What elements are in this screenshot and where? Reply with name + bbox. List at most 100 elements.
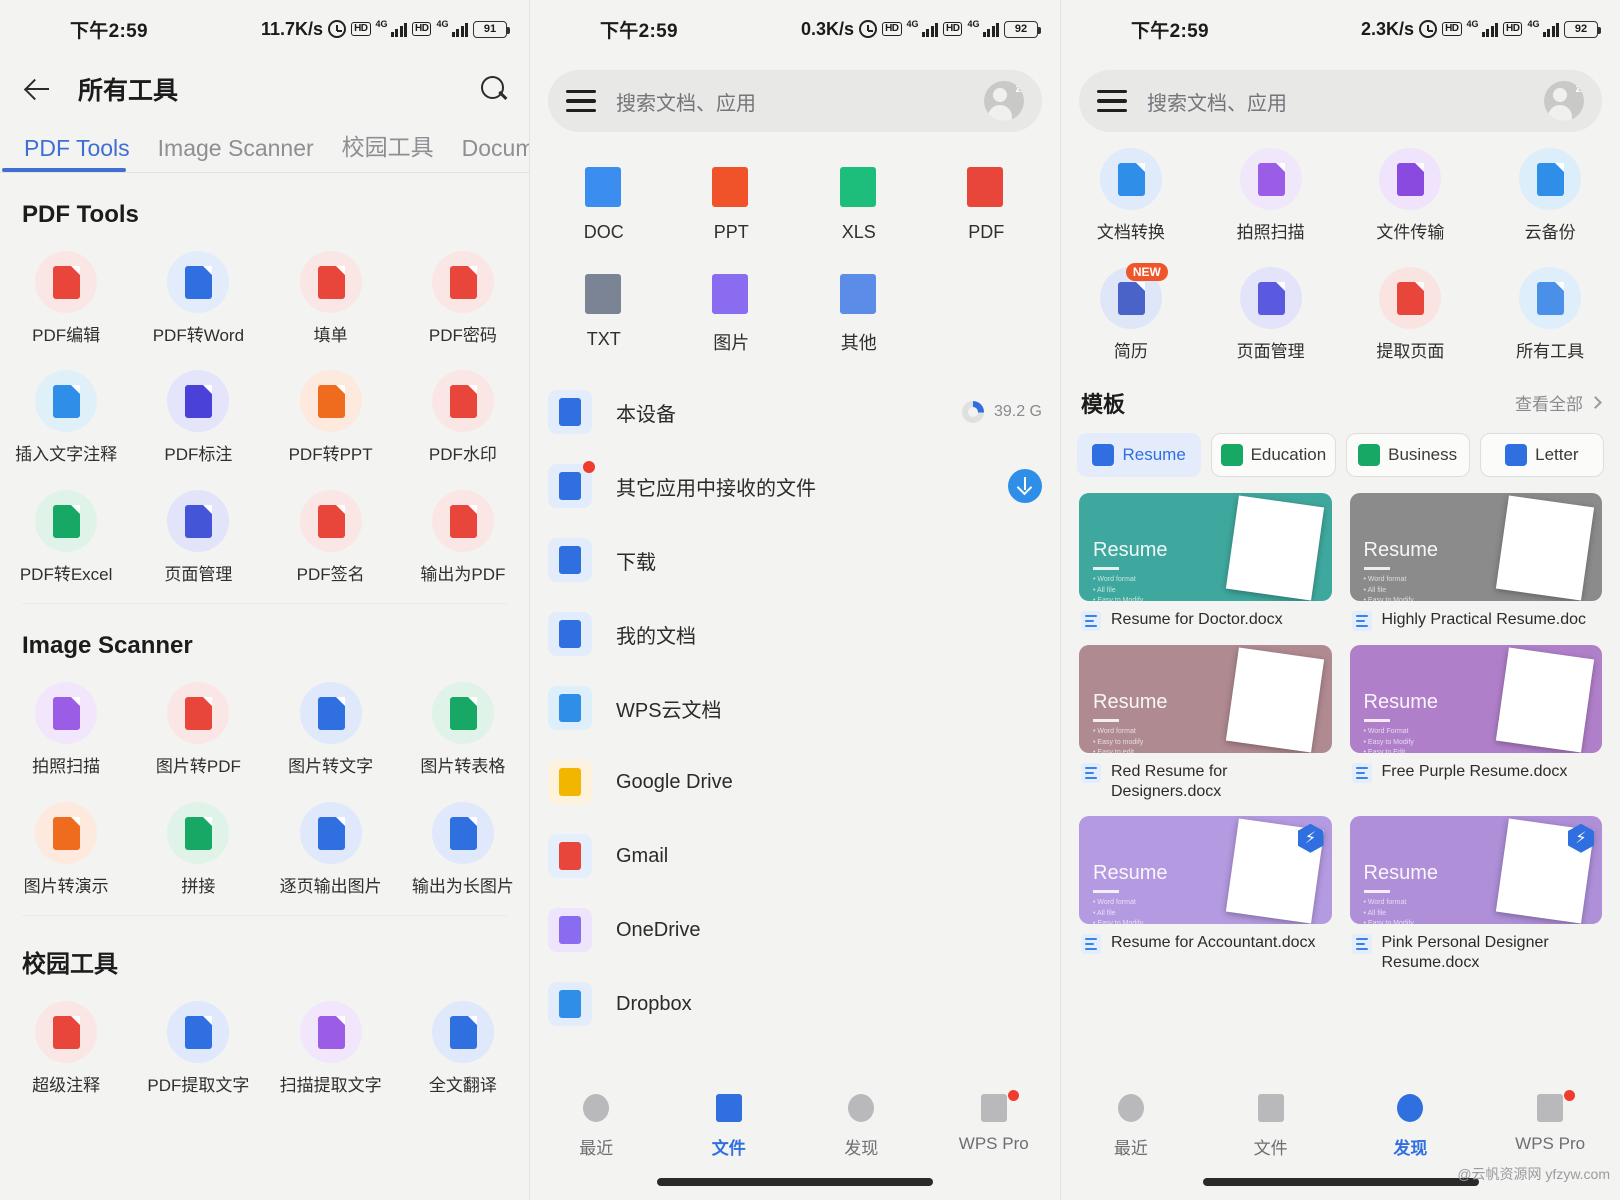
search-input[interactable]: 搜索文档、应用: [616, 87, 756, 116]
tab-image-scanner[interactable]: Image Scanner: [144, 135, 328, 172]
tool-tile[interactable]: PDF密码: [397, 235, 529, 354]
storage-location-row[interactable]: Google Drive: [530, 745, 1060, 819]
template-chip-business[interactable]: Business: [1345, 432, 1470, 477]
chip-icon: [1092, 443, 1115, 466]
storage-location-row[interactable]: Gmail: [530, 819, 1060, 893]
my-documents-icon: [548, 612, 592, 656]
file-type-tile[interactable]: DOC: [540, 150, 668, 257]
tool-tile[interactable]: PDF编辑: [0, 235, 132, 354]
quick-tool-tile[interactable]: 云备份: [1480, 132, 1620, 251]
file-type-tile[interactable]: PDF: [923, 150, 1051, 257]
tool-tile[interactable]: 图片转文字: [265, 666, 397, 785]
tab-pdf-tools[interactable]: PDF Tools: [10, 135, 144, 172]
quick-tool-tile[interactable]: NEW 简历: [1061, 251, 1201, 370]
tool-tile[interactable]: 填单: [265, 235, 397, 354]
file-type-tile[interactable]: XLS: [795, 150, 923, 257]
tool-tile[interactable]: PDF转Word: [132, 235, 264, 354]
quick-tool-tile[interactable]: 拍照扫描: [1201, 132, 1341, 251]
tool-label: 输出为长图片: [411, 876, 514, 896]
quick-tool-tile[interactable]: 所有工具: [1480, 251, 1620, 370]
tool-glyph: [314, 1015, 348, 1049]
nav-item-discover-compass[interactable]: 发现: [795, 1092, 928, 1159]
quick-tool-tile[interactable]: 页面管理: [1201, 251, 1341, 370]
template-thumbnail[interactable]: Resume • Word format• All file• Easy to M…: [1349, 815, 1602, 924]
tool-tile[interactable]: PDF水印: [397, 354, 529, 473]
tool-tile[interactable]: PDF标注: [132, 354, 264, 473]
tool-tile[interactable]: 拼接: [132, 786, 264, 905]
quick-tool-tile[interactable]: 提取页面: [1341, 251, 1481, 370]
nav-item-wps-pro[interactable]: WPS Pro: [928, 1090, 1061, 1154]
photo-scan-icon: [1239, 148, 1302, 210]
template-chip-education[interactable]: Education: [1211, 432, 1336, 477]
tab-document[interactable]: Document: [448, 135, 529, 172]
tool-tile[interactable]: 图片转演示: [0, 786, 132, 905]
storage-location-row[interactable]: OneDrive: [530, 893, 1060, 967]
hamburger-menu-icon[interactable]: [566, 90, 596, 112]
tool-tile[interactable]: 输出为长图片: [397, 786, 529, 905]
tool-tile[interactable]: PDF提取文字: [132, 985, 264, 1104]
template-thumbnail[interactable]: Resume • Word format• All file• Easy to M…: [1079, 492, 1332, 601]
tool-tile[interactable]: PDF转PPT: [265, 354, 397, 473]
template-chip-resume[interactable]: Resume: [1077, 432, 1202, 477]
quick-tool-tile[interactable]: 文件传输: [1341, 132, 1481, 251]
search-bar[interactable]: 搜索文档、应用 z: [1079, 70, 1602, 132]
tool-tile[interactable]: 超级注释: [0, 985, 132, 1104]
file-type-tile[interactable]: 其他: [795, 257, 923, 369]
storage-location-row[interactable]: 其它应用中接收的文件: [530, 449, 1060, 523]
nav-item-files[interactable]: 文件: [663, 1092, 796, 1159]
see-all-templates[interactable]: 查看全部: [1515, 390, 1602, 415]
template-card[interactable]: Resume • Word format• All file• Easy to M…: [1079, 492, 1332, 631]
user-avatar-icon[interactable]: z: [1544, 81, 1584, 121]
nav-item-discover-compass[interactable]: 发现: [1341, 1092, 1481, 1159]
search-icon[interactable]: [479, 74, 509, 104]
storage-location-row[interactable]: 本设备 39.2 G: [530, 375, 1060, 449]
tool-label: 扫描提取文字: [279, 1075, 382, 1095]
tool-tile[interactable]: 页面管理: [132, 474, 264, 593]
template-card[interactable]: Resume • Word format• All file• Easy to M…: [1349, 815, 1602, 973]
nav-item-recent[interactable]: 最近: [530, 1092, 663, 1159]
template-card[interactable]: Resume • Word format• All file• Easy to M…: [1349, 492, 1602, 631]
tool-tile[interactable]: 插入文字注释: [0, 354, 132, 473]
search-input[interactable]: 搜索文档、应用: [1147, 87, 1287, 116]
tool-tile[interactable]: 输出为PDF: [397, 474, 529, 593]
storage-location-row[interactable]: 下载: [530, 523, 1060, 597]
storage-location-row[interactable]: WPS云文档: [530, 671, 1060, 745]
tool-tile[interactable]: 图片转表格: [397, 666, 529, 785]
tool-tile[interactable]: 扫描提取文字: [265, 985, 397, 1104]
template-card[interactable]: Resume • Word format• Easy to modify• Eas…: [1079, 644, 1332, 802]
wps-pro-icon: [1533, 1090, 1576, 1126]
user-avatar-icon[interactable]: z: [984, 81, 1024, 121]
template-thumbnail[interactable]: Resume • Word format• All file• Easy to M…: [1349, 492, 1602, 601]
back-arrow-icon[interactable]: [20, 72, 54, 106]
hamburger-menu-icon[interactable]: [1097, 90, 1127, 112]
tool-tile[interactable]: PDF转Excel: [0, 474, 132, 593]
nav-item-files[interactable]: 文件: [1201, 1092, 1341, 1159]
tool-tile[interactable]: 拍照扫描: [0, 666, 132, 785]
nav-item-recent[interactable]: 最近: [1061, 1092, 1201, 1159]
template-thumbnail[interactable]: Resume • Word Format• Easy to Modify• Eas…: [1349, 644, 1602, 753]
template-thumbnail[interactable]: Resume • Word format• Easy to modify• Eas…: [1079, 644, 1332, 753]
template-card[interactable]: Resume • Word Format• Easy to Modify• Eas…: [1349, 644, 1602, 802]
quick-tool-tile[interactable]: 文档转换: [1061, 132, 1201, 251]
template-chip-letter[interactable]: Letter: [1479, 432, 1604, 477]
file-type-tile[interactable]: PPT: [668, 150, 796, 257]
template-file-name: Free Purple Resume.docx: [1381, 762, 1568, 780]
tool-tile[interactable]: 全文翻译: [397, 985, 529, 1104]
tab-校园工具[interactable]: 校园工具: [328, 128, 448, 172]
download-button-icon[interactable]: [1008, 469, 1042, 503]
tool-tile[interactable]: 图片转PDF: [132, 666, 264, 785]
nav-label: 文件: [1253, 1139, 1288, 1158]
tool-tile[interactable]: 逐页输出图片: [265, 786, 397, 905]
template-thumbnail[interactable]: Resume • Word format• All file• Easy to M…: [1079, 815, 1332, 924]
file-type-tile[interactable]: TXT: [540, 257, 668, 369]
tool-tile[interactable]: PDF签名: [265, 474, 397, 593]
nav-item-wps-pro[interactable]: WPS Pro: [1480, 1090, 1620, 1154]
doc-file-icon: [581, 164, 627, 210]
storage-location-row[interactable]: Dropbox: [530, 967, 1060, 1041]
word-doc-icon: [1351, 933, 1372, 954]
search-bar[interactable]: 搜索文档、应用 z: [548, 70, 1042, 132]
template-card[interactable]: Resume • Word format• All file• Easy to M…: [1079, 815, 1332, 973]
tool-glyph: [1533, 281, 1567, 316]
file-type-tile[interactable]: 图片: [668, 257, 796, 369]
storage-location-row[interactable]: 我的文档: [530, 597, 1060, 671]
